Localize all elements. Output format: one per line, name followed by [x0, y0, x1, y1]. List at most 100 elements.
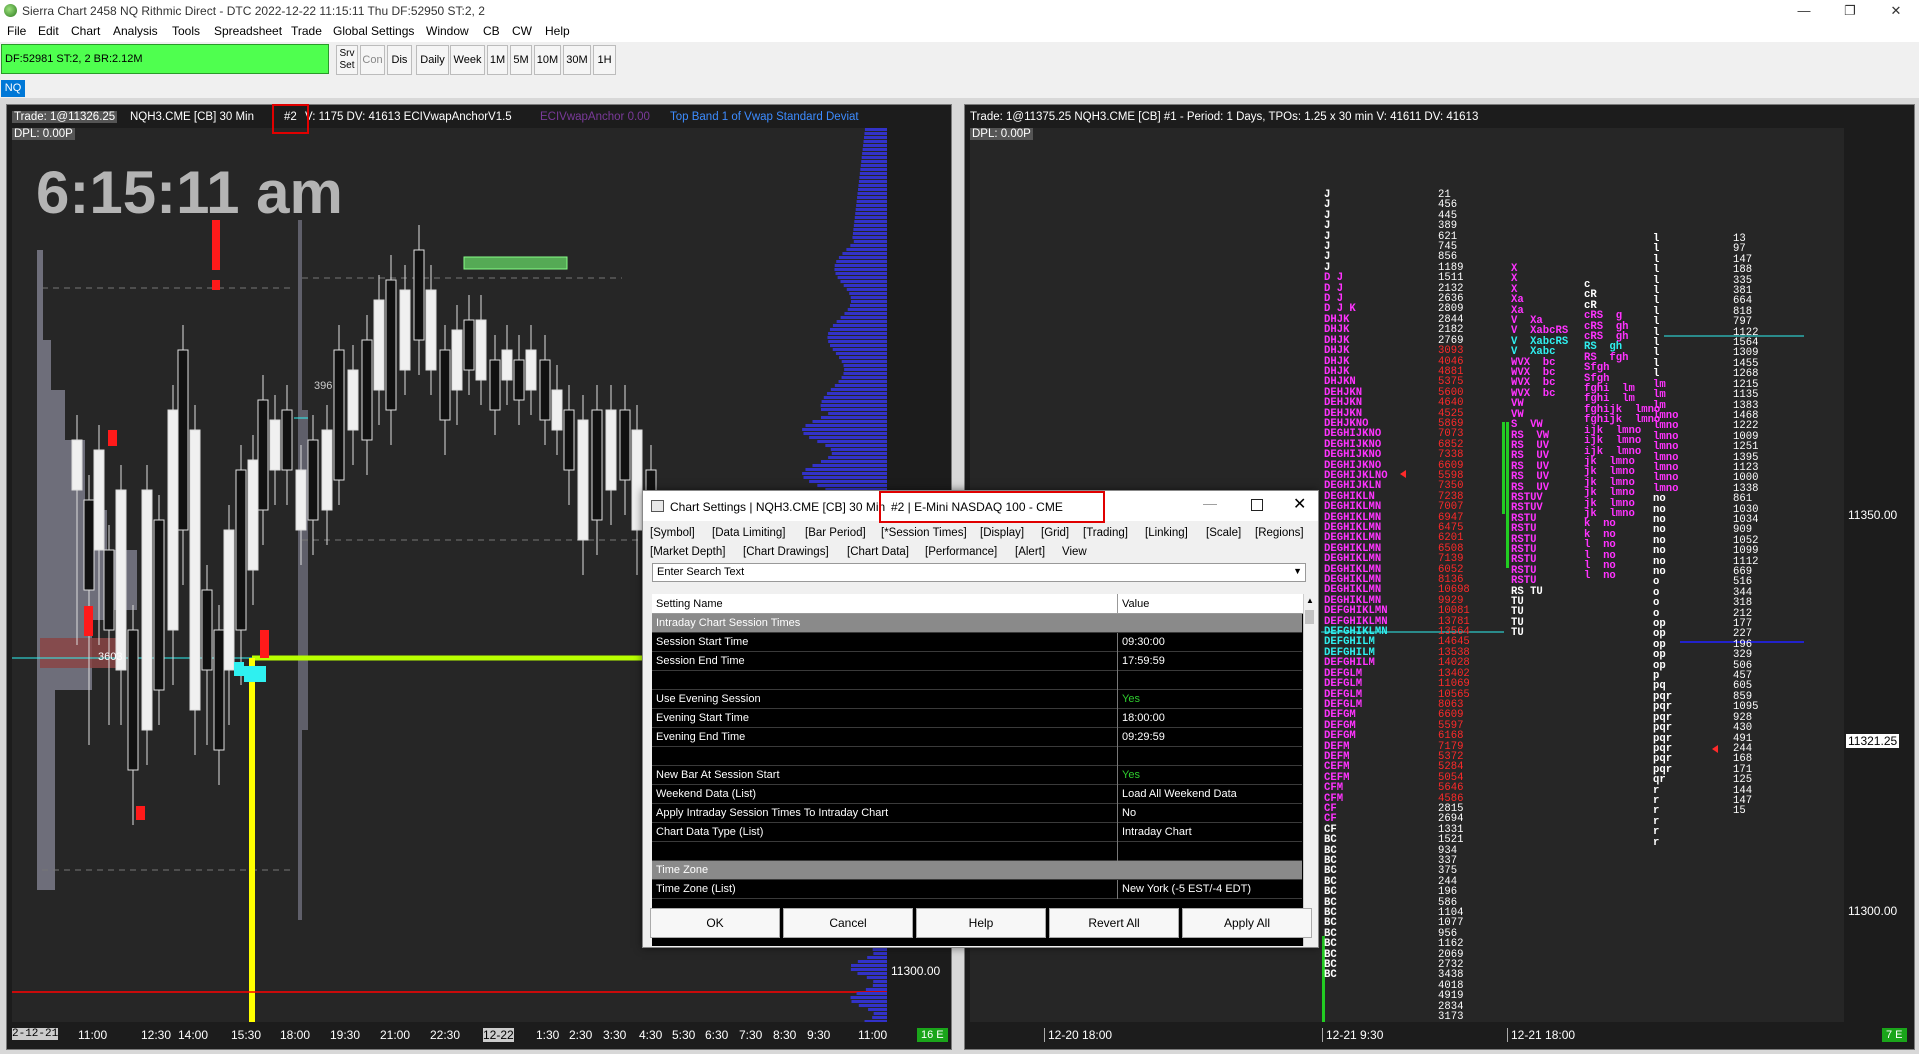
connect-button[interactable]: Con — [360, 45, 385, 75]
settings-row[interactable]: Time Zone (List) New York (-5 EST/-4 EDT) — [652, 880, 1302, 899]
settings-row[interactable]: Use Evening Session Yes — [652, 690, 1302, 709]
menu-edit[interactable]: Edit — [38, 24, 59, 38]
profile-bar — [863, 140, 887, 143]
revert-all-button[interactable]: Revert All — [1049, 908, 1179, 938]
tab-performance[interactable]: [Performance] — [925, 546, 997, 558]
profile-bar — [864, 136, 887, 139]
tab-bar-period[interactable]: [Bar Period] — [805, 527, 866, 539]
candle-body — [295, 469, 307, 531]
settings-row[interactable] — [652, 842, 1302, 861]
cancel-button[interactable]: Cancel — [783, 908, 913, 938]
disconnect-button[interactable]: Dis — [387, 45, 412, 75]
tab-scale[interactable]: [Scale] — [1206, 527, 1241, 539]
settings-row[interactable]: Apply Intraday Session Times To Intraday… — [652, 804, 1302, 823]
profile-bar — [830, 344, 887, 347]
tab-market-depth[interactable]: [Market Depth] — [650, 546, 725, 558]
profile-bar — [837, 276, 887, 279]
menu-analysis[interactable]: Analysis — [113, 24, 158, 38]
settings-section[interactable]: Time Zone — [652, 861, 1302, 880]
settings-row[interactable] — [652, 671, 1302, 690]
apply-all-button[interactable]: Apply All — [1182, 908, 1312, 938]
tab-display[interactable]: [Display] — [980, 527, 1024, 539]
menu-spreadsheet[interactable]: Spreadsheet — [214, 24, 282, 38]
setting-value[interactable]: Load All Weekend Data — [1122, 788, 1237, 800]
1m-button[interactable]: 1M — [487, 45, 508, 75]
tab-session-times[interactable]: [*Session Times] — [881, 527, 967, 539]
settings-row[interactable]: Evening Start Time 18:00:00 — [652, 709, 1302, 728]
settings-row[interactable]: Evening End Time 09:29:59 — [652, 728, 1302, 747]
setting-value[interactable]: New York (-5 EST/-4 EDT) — [1122, 883, 1251, 895]
close-button[interactable]: ✕ — [1873, 0, 1919, 22]
right-time-axis[interactable]: 12-20 18:00 12-21 9:30 12-21 18:00 — [970, 1022, 1844, 1048]
chartbook-tab-nq[interactable]: NQ — [1, 80, 25, 97]
setting-value[interactable]: 09:29:59 — [1122, 731, 1165, 743]
settings-grid[interactable]: Setting Name Value Intraday Chart Sessio… — [652, 594, 1303, 946]
5m-button[interactable]: 5M — [510, 45, 532, 75]
menu-global-settings[interactable]: Global Settings — [333, 24, 414, 38]
profile-bar — [859, 172, 887, 175]
tab-grid[interactable]: [Grid] — [1041, 527, 1069, 539]
search-placeholder: Enter Search Text — [657, 566, 745, 578]
setting-value[interactable]: 17:59:59 — [1122, 655, 1165, 667]
help-button[interactable]: Help — [916, 908, 1046, 938]
profile-bar — [853, 224, 887, 227]
minimize-button[interactable]: — — [1781, 0, 1827, 22]
settings-row[interactable]: Session End Time 17:59:59 — [652, 652, 1302, 671]
menu-trade[interactable]: Trade — [291, 24, 322, 38]
menu-tools[interactable]: Tools — [172, 24, 200, 38]
menu-cb[interactable]: CB — [483, 24, 500, 38]
server-settings-button[interactable]: Srv Set — [336, 45, 358, 75]
tab-symbol[interactable]: [Symbol] — [650, 527, 695, 539]
tab-data-limiting[interactable]: [Data Limiting] — [712, 527, 786, 539]
30m-button[interactable]: 30M — [563, 45, 591, 75]
right-price-axis[interactable]: 11350.00 11321.25 11300.00 — [1844, 110, 1910, 1022]
search-input[interactable]: Enter Search Text ▼ — [652, 563, 1306, 582]
scroll-thumb[interactable] — [1305, 610, 1314, 624]
settings-row[interactable] — [652, 747, 1302, 766]
setting-value[interactable]: Yes — [1122, 769, 1140, 781]
week-button[interactable]: Week — [450, 45, 485, 75]
tab-trading[interactable]: [Trading] — [1083, 527, 1128, 539]
chevron-down-icon[interactable]: ▼ — [1293, 566, 1302, 576]
settings-section[interactable]: Intraday Chart Session Times — [652, 614, 1302, 633]
candle-body — [281, 409, 293, 471]
setting-value[interactable]: Intraday Chart — [1122, 826, 1192, 838]
tab-view[interactable]: View — [1062, 546, 1087, 558]
set-label: Set — [339, 60, 355, 71]
ok-button[interactable]: OK — [650, 908, 780, 938]
tab-chart-data[interactable]: [Chart Data] — [847, 546, 909, 558]
menu-cw[interactable]: CW — [512, 24, 532, 38]
scroll-up-icon[interactable]: ▲ — [1306, 596, 1314, 605]
settings-row[interactable]: Session Start Time 09:30:00 — [652, 633, 1302, 652]
settings-row[interactable]: New Bar At Session Start Yes — [652, 766, 1302, 785]
setting-value[interactable]: No — [1122, 807, 1136, 819]
1h-button[interactable]: 1H — [593, 45, 616, 75]
setting-value[interactable]: Yes — [1122, 693, 1140, 705]
restore-button[interactable]: ❐ — [1827, 0, 1873, 22]
settings-row[interactable]: Chart Data Type (List) Intraday Chart — [652, 823, 1302, 842]
setting-value[interactable]: 18:00:00 — [1122, 712, 1165, 724]
menu-file[interactable]: File — [7, 24, 26, 38]
candle-body — [631, 429, 643, 531]
dialog-close-icon[interactable]: ✕ — [1293, 494, 1306, 514]
time-label: 4:30 — [639, 1028, 663, 1042]
profile-bar — [853, 240, 887, 243]
dialog-maximize-icon[interactable] — [1251, 499, 1263, 511]
profile-bar — [840, 280, 887, 283]
settings-row[interactable]: Weekend Data (List) Load All Weekend Data — [652, 785, 1302, 804]
profile-bar — [854, 220, 887, 223]
left-time-axis[interactable]: 2-12-21 11:00 12:30 14:00 15:30 18:00 19… — [12, 1022, 887, 1048]
setting-value[interactable]: 09:30:00 — [1122, 636, 1165, 648]
10m-button[interactable]: 10M — [534, 45, 561, 75]
tab-regions[interactable]: [Regions] — [1255, 527, 1304, 539]
tab-chart-drawings[interactable]: [Chart Drawings] — [743, 546, 829, 558]
profile-bar — [873, 980, 887, 983]
grid-scrollbar[interactable]: ▲ — [1303, 594, 1316, 946]
menu-chart[interactable]: Chart — [71, 24, 100, 38]
tab-alert[interactable]: [Alert] — [1015, 546, 1045, 558]
tab-linking[interactable]: [Linking] — [1145, 527, 1188, 539]
menu-window[interactable]: Window — [426, 24, 469, 38]
menu-help[interactable]: Help — [545, 24, 570, 38]
dialog-minimize-icon[interactable]: — — [1203, 495, 1217, 511]
daily-button[interactable]: Daily — [416, 45, 449, 75]
